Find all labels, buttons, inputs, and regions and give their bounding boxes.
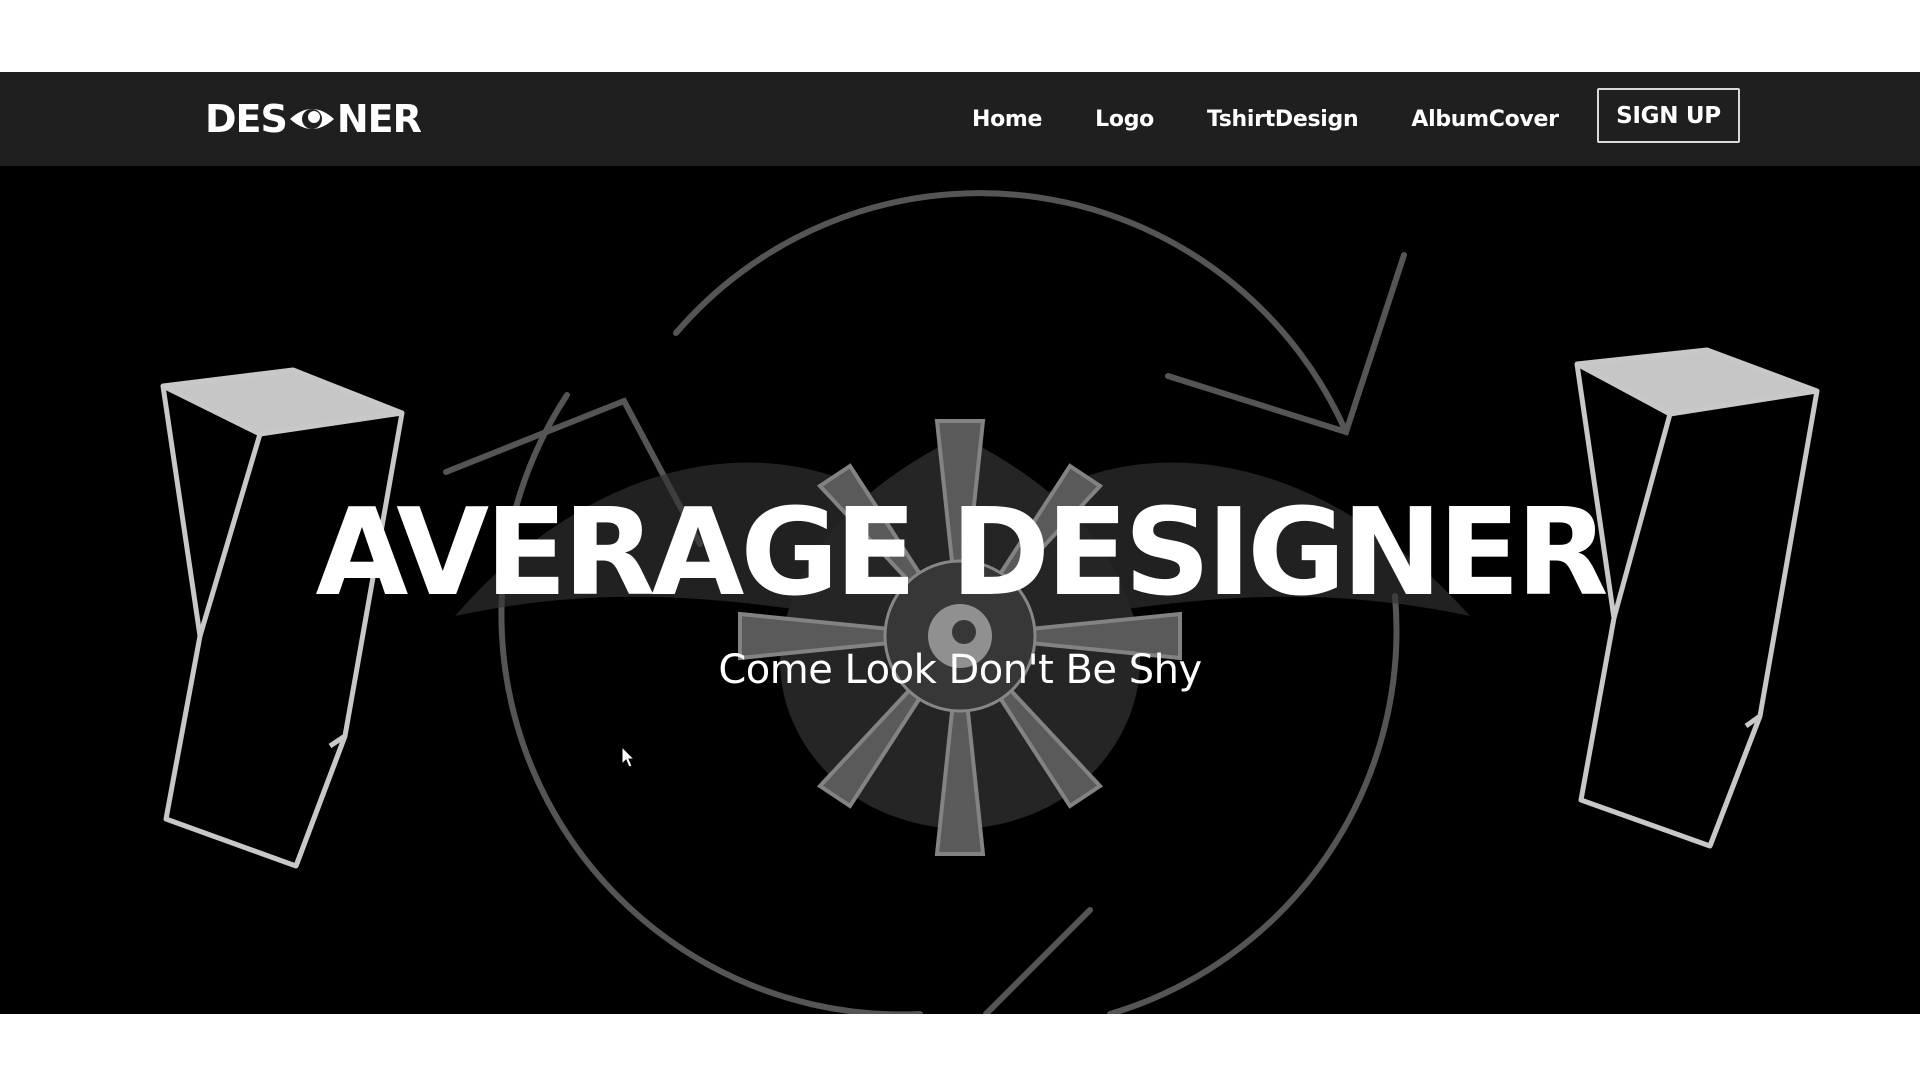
site-logo[interactable]: DES NER [205, 93, 422, 145]
nav-link-home[interactable]: Home [972, 107, 1042, 132]
hero-section: AVERAGE DESIGNER Come Look Don't Be Shy [0, 166, 1920, 1014]
nav-link-album-cover[interactable]: AlbumCover [1411, 107, 1559, 132]
circle-arc-top [673, 190, 1349, 435]
main-nav: Home Logo TshirtDesign AlbumCover [972, 72, 1559, 166]
hero-title: AVERAGE DESIGNER [315, 484, 1608, 623]
nav-link-tshirt-design[interactable]: TshirtDesign [1207, 107, 1359, 132]
arrow-bottom [983, 907, 1093, 1014]
nav-link-logo[interactable]: Logo [1095, 107, 1154, 132]
hero-subtitle: Come Look Don't Be Shy [718, 647, 1202, 693]
signup-button[interactable]: SIGN UP [1597, 88, 1740, 143]
top-navbar: DES NER Home Logo TshirtDesign AlbumCove… [0, 72, 1920, 166]
arrow-right [1165, 252, 1407, 436]
eye-icon [289, 109, 334, 129]
logo-text-left: DES [205, 97, 288, 141]
mouse-pointer-icon [621, 746, 635, 768]
logo-text-right: NER [336, 97, 422, 141]
